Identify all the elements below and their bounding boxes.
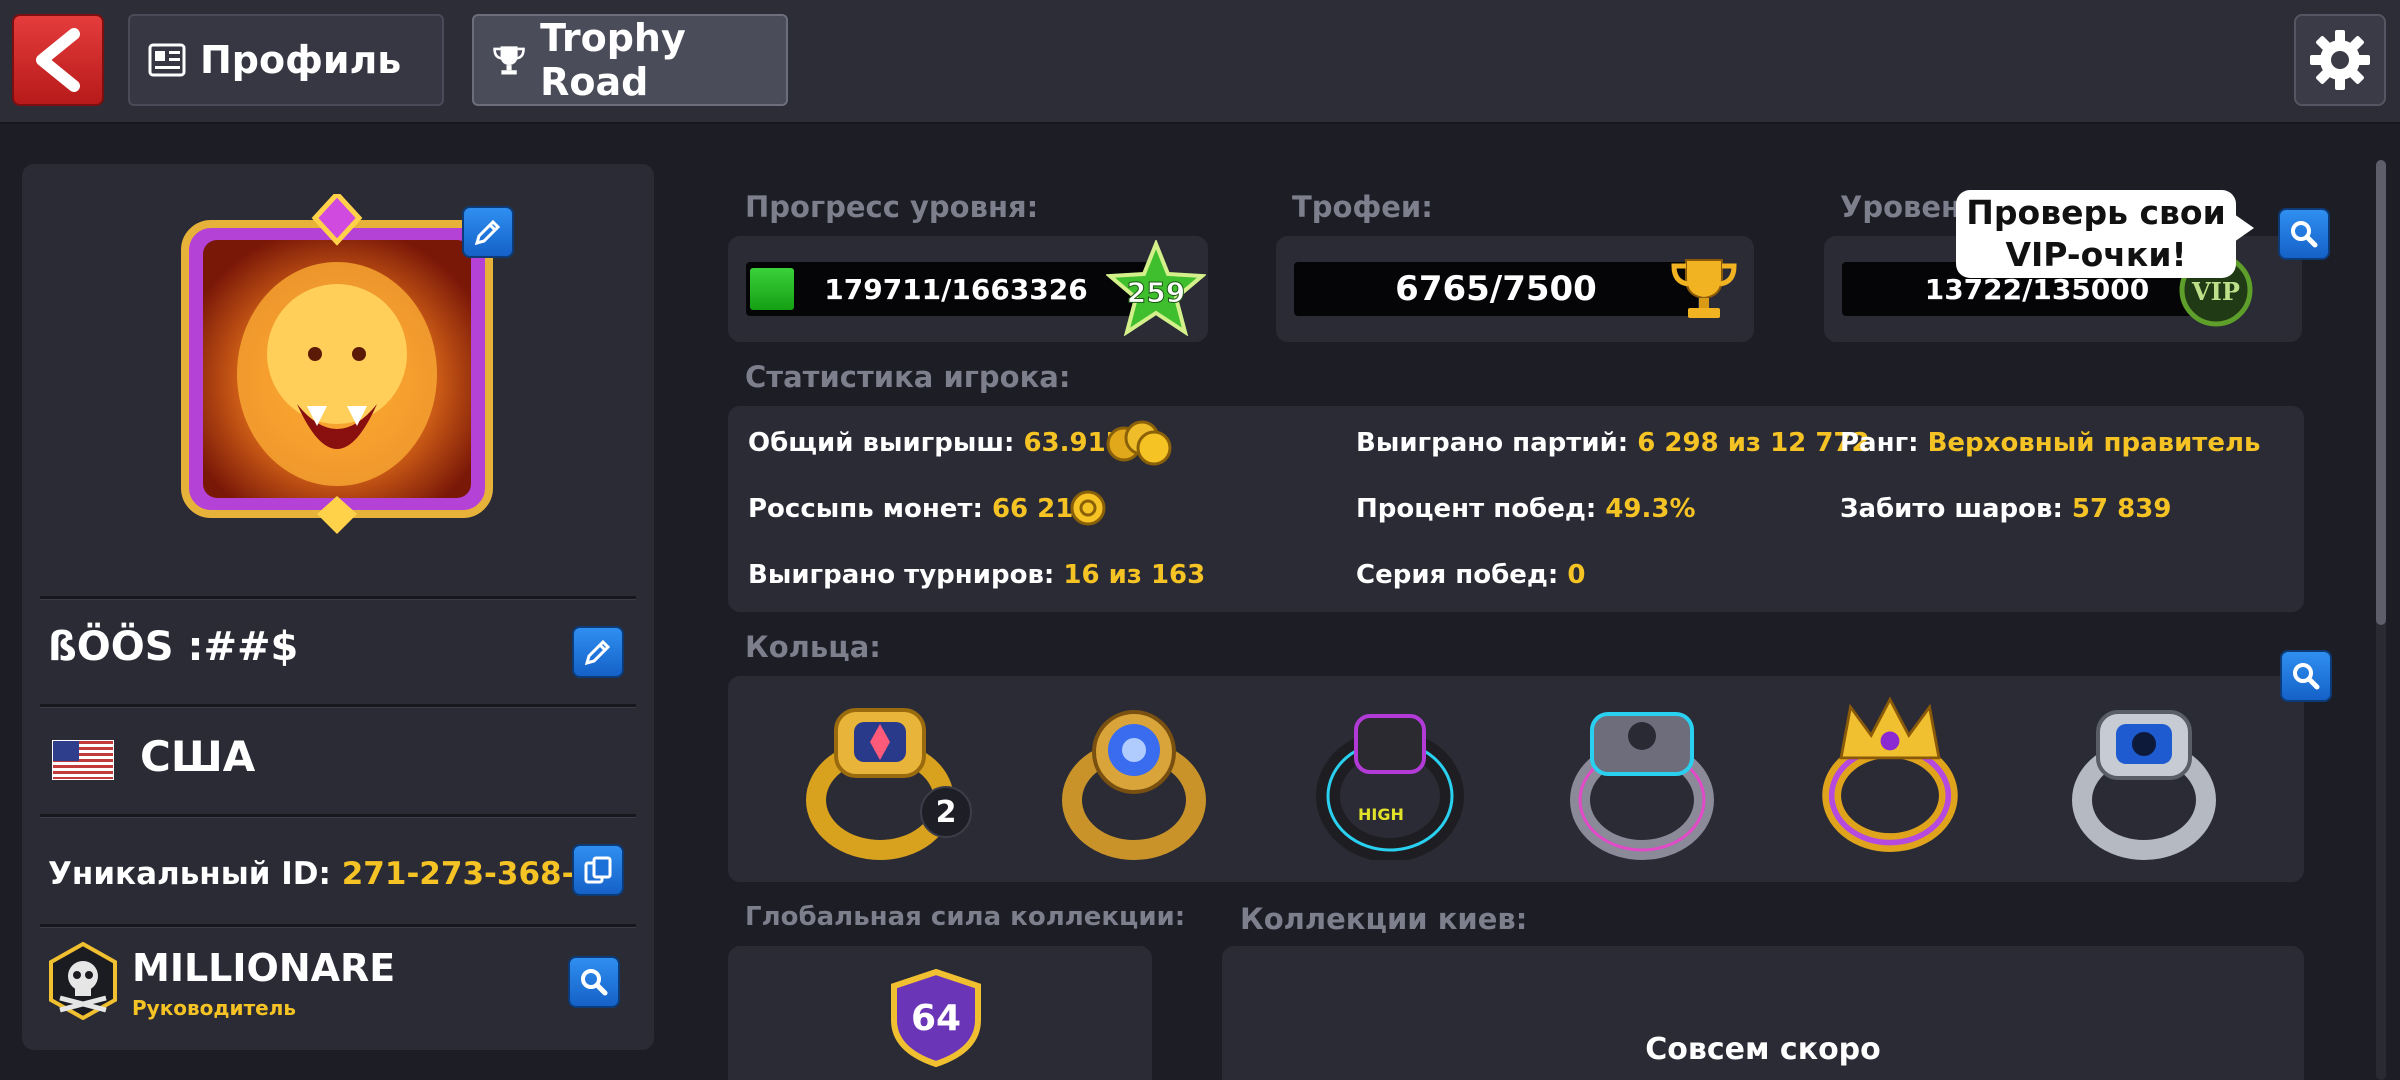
stat-label: Выиграно турниров: — [748, 560, 1064, 590]
ring-ninja-icon[interactable] — [1054, 700, 1214, 860]
stat-tournaments-won: Выиграно турниров: 16 из 163 — [748, 560, 1205, 590]
edit-name-button[interactable] — [572, 626, 624, 678]
gear-icon — [2310, 30, 2370, 90]
club-search-button[interactable] — [568, 956, 620, 1008]
stat-rank: Ранг: Верховный правитель — [1840, 428, 2260, 458]
stat-label: Россыпь монет: — [748, 494, 992, 524]
search-icon — [2293, 663, 2320, 690]
stat-value: 49.3% — [1605, 494, 1696, 524]
level-progress-label: Прогресс уровня: — [745, 190, 1039, 224]
vip-level-label: Уровен — [1840, 190, 1962, 224]
vip-tooltip: Проверь свои VIP-очки! — [1956, 190, 2254, 278]
divider — [40, 596, 636, 600]
vip-tooltip-line2: VIP-очки! — [2005, 235, 2187, 274]
top-bar: Профиль Trophy Road — [0, 0, 2400, 124]
coin-stack-icon — [1106, 420, 1172, 466]
search-icon — [2291, 221, 2318, 248]
rings-label: Кольца: — [745, 630, 881, 664]
stat-value: 6 298 из 12 772 — [1637, 428, 1870, 458]
search-icon — [581, 969, 608, 996]
unique-id-value: 271-273-368-2 — [341, 856, 597, 892]
unique-id-label: Уникальный ID: — [48, 856, 342, 892]
club-skull-icon — [49, 942, 117, 1020]
trophies-value: 6765/7500 — [1395, 269, 1597, 309]
unique-id: Уникальный ID: 271-273-368-2 — [48, 856, 596, 892]
vip-tooltip-line1: Проверь свои — [1966, 193, 2226, 232]
stat-value: 0 — [1567, 560, 1586, 590]
collection-power-shield: 64 — [891, 968, 981, 1068]
stat-label: Ранг: — [1840, 428, 1928, 458]
level-progress-value: 179711/1663326 — [824, 272, 1088, 306]
us-flag-icon — [52, 740, 114, 780]
chevron-left-icon — [36, 28, 80, 92]
settings-button[interactable] — [2294, 14, 2386, 106]
collection-power-label: Глобальная сила коллекции: — [745, 902, 1186, 932]
vip-search-button[interactable] — [2278, 208, 2330, 260]
avatar — [181, 194, 493, 534]
divider — [40, 924, 636, 928]
trophies-bar: 6765/7500 — [1294, 262, 1698, 316]
username: ßÖÖS :##$ — [48, 624, 299, 670]
ring-special-edition-icon[interactable] — [1562, 700, 1722, 860]
trophies-label: Трофеи: — [1292, 190, 1433, 224]
level-star-badge: 259 — [1106, 240, 1206, 336]
rings-search-button[interactable] — [2280, 650, 2332, 702]
tab-profile-label: Профиль — [200, 38, 402, 82]
stat-balls-potted: Забито шаров: 57 839 — [1840, 494, 2171, 524]
club-role: Руководитель — [132, 996, 297, 1020]
stat-games-won: Выиграно партий: 6 298 из 12 772 — [1356, 428, 1870, 458]
edit-avatar-button[interactable] — [462, 206, 514, 258]
pencil-icon — [474, 219, 501, 246]
ring-crown-icon[interactable] — [1810, 692, 1970, 852]
stat-total-winnings: Общий выигрыш: 63.91B — [748, 428, 1126, 458]
level-progress-fill — [750, 268, 794, 310]
stat-coin-splash: Россыпь монет: 66 211 — [748, 494, 1091, 524]
stat-label: Процент побед: — [1356, 494, 1606, 524]
cue-collections-label: Коллекции киев: — [1240, 902, 1528, 936]
stat-label: Выиграно партий: — [1356, 428, 1638, 458]
tab-trophy-road-label: Trophy Road — [540, 16, 686, 104]
stat-label: Серия побед: — [1356, 560, 1568, 590]
trophy-gold-icon — [1671, 259, 1737, 318]
profile-panel: ßÖÖS :##$ США Уникальный ID: 271-273-368… — [22, 164, 654, 1050]
level-number: 259 — [1127, 276, 1185, 309]
stat-value: 16 из 163 — [1063, 560, 1206, 590]
country-name: США — [140, 732, 256, 781]
player-stats-label: Статистика игрока: — [745, 360, 1071, 394]
stat-label: Общий выигрыш: — [748, 428, 1024, 458]
club-name: MILLIONARE — [132, 946, 396, 990]
vip-badge-text: VIP — [2191, 277, 2240, 306]
stat-label: Забито шаров: — [1840, 494, 2072, 524]
stat-win-streak: Серия побед: 0 — [1356, 560, 1585, 590]
collection-power-value: 64 — [911, 998, 961, 1039]
tab-trophy-road[interactable]: Trophy Road — [472, 14, 788, 106]
coming-soon-text: Совсем скоро — [1645, 1032, 1881, 1067]
ring-count-badge: 2 — [920, 786, 972, 838]
tab-profile[interactable]: Профиль — [128, 14, 444, 106]
level-progress-bar: 179711/1663326 — [746, 262, 1166, 316]
ring-master-blue-icon[interactable] — [2064, 700, 2224, 860]
divider — [40, 814, 636, 818]
back-button[interactable] — [12, 14, 104, 106]
stat-value: Верховный правитель — [1927, 428, 2261, 458]
stat-win-rate: Процент побед: 49.3% — [1356, 494, 1696, 524]
coin-icon — [1070, 490, 1106, 526]
copy-icon — [584, 856, 612, 884]
stat-value: 57 839 — [2071, 494, 2172, 524]
pencil-icon — [584, 639, 611, 666]
trophy-icon — [493, 46, 525, 75]
svg-text:HIGH: HIGH — [1358, 805, 1404, 824]
scrollbar-thumb[interactable] — [2376, 160, 2386, 625]
id-card-icon — [148, 43, 186, 77]
copy-id-button[interactable] — [572, 844, 624, 896]
ring-high-stakes-icon[interactable]: HIGH — [1310, 700, 1470, 860]
divider — [40, 704, 636, 708]
